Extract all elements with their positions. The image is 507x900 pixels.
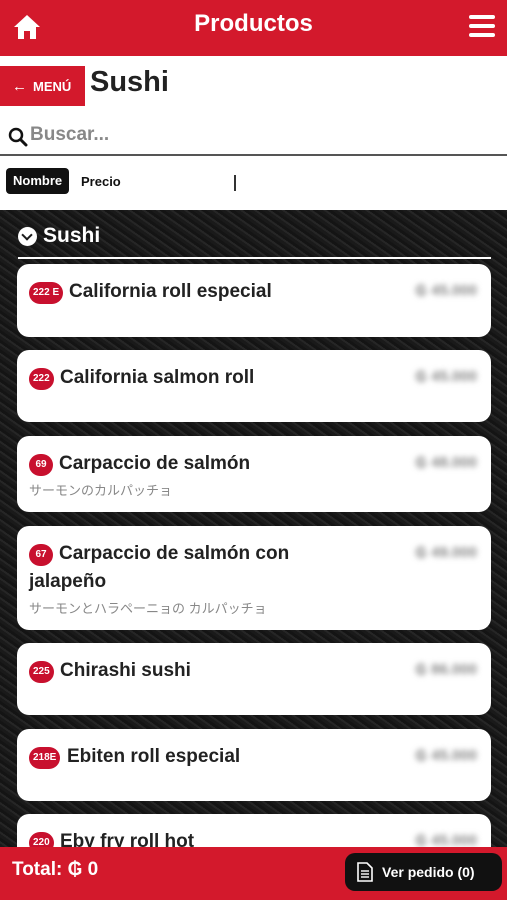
product-card[interactable]: 225 Chirashi sushi ₲ 86.000 — [17, 643, 491, 715]
chevron-down-icon — [18, 226, 37, 246]
document-icon — [357, 862, 373, 882]
product-card[interactable]: 218E Ebiten roll especial ₲ 45.000 — [17, 729, 491, 801]
product-card[interactable]: 220 Eby fry roll hot ₲ 45.000 — [17, 814, 491, 847]
view-order-button[interactable]: Ver pedido (0) — [345, 853, 502, 891]
order-total: Total: ₲ 0 — [12, 859, 99, 880]
product-subtitle: サーモンのカルパッチョ — [29, 483, 173, 498]
product-name: Chirashi sushi — [60, 660, 191, 681]
product-price: ₲ 48.000 — [415, 454, 477, 471]
back-to-menu-button[interactable]: ← MENÚ — [0, 66, 85, 106]
product-price: ₲ 49.000 — [415, 544, 477, 561]
category-divider — [18, 257, 491, 259]
product-code-badge: 218E — [29, 747, 61, 769]
product-name: California roll especial — [69, 281, 272, 302]
view-order-label: Ver pedido (0) — [382, 864, 475, 880]
text-cursor — [234, 175, 236, 191]
category-header[interactable]: Sushi — [18, 224, 100, 248]
product-price: ₲ 45.000 — [415, 282, 477, 299]
product-card[interactable]: 222 E California roll especial ₲ 45.000 — [17, 264, 491, 337]
product-name: Carpaccio de salmón — [59, 453, 251, 474]
product-price: ₲ 86.000 — [415, 661, 477, 678]
product-price: ₲ 45.000 — [415, 368, 477, 385]
arrow-left-icon: ← — [12, 77, 27, 95]
product-card[interactable]: 69 Carpaccio de salmón サーモンのカルパッチョ ₲ 48.… — [17, 436, 491, 512]
sort-by-price-button[interactable]: Precio — [81, 174, 121, 189]
sort-by-name-button[interactable]: Nombre — [6, 168, 70, 194]
product-subtitle: サーモンとハラペーニョの カルパッチョ — [29, 601, 267, 616]
page-title: Productos — [194, 10, 313, 37]
product-code-badge: 220 — [29, 832, 54, 847]
search-bar — [0, 116, 507, 156]
back-button-label: MENÚ — [33, 78, 72, 94]
product-code-badge: 222 E — [29, 282, 64, 304]
product-name: California salmon roll — [60, 367, 255, 388]
search-icon — [8, 127, 28, 147]
product-card[interactable]: 67 Carpaccio de salmón con jalapeño サーモン… — [17, 526, 491, 630]
product-code-badge: 222 — [29, 368, 54, 390]
product-code-badge: 69 — [29, 454, 53, 476]
product-price: ₲ 45.000 — [415, 747, 477, 764]
top-bar: Productos — [0, 0, 507, 56]
product-card[interactable]: 222 California salmon roll ₲ 45.000 — [17, 350, 491, 422]
product-name: Ebiten roll especial — [67, 746, 241, 767]
section-title: Sushi — [90, 66, 169, 98]
sort-bar: Nombre Precio — [0, 158, 507, 210]
category-title: Sushi — [43, 224, 101, 247]
hamburger-menu-icon[interactable] — [469, 15, 495, 39]
bottom-bar: Total: ₲ 0 Ver pedido (0) — [0, 847, 507, 900]
product-name: Carpaccio de salmón con jalapeño — [29, 543, 290, 592]
search-input[interactable] — [30, 122, 490, 148]
product-name: Eby fry roll hot — [60, 831, 195, 847]
product-code-badge: 225 — [29, 661, 54, 683]
product-list[interactable]: Sushi 222 E California roll especial ₲ 4… — [0, 210, 507, 847]
product-price: ₲ 45.000 — [415, 832, 477, 847]
